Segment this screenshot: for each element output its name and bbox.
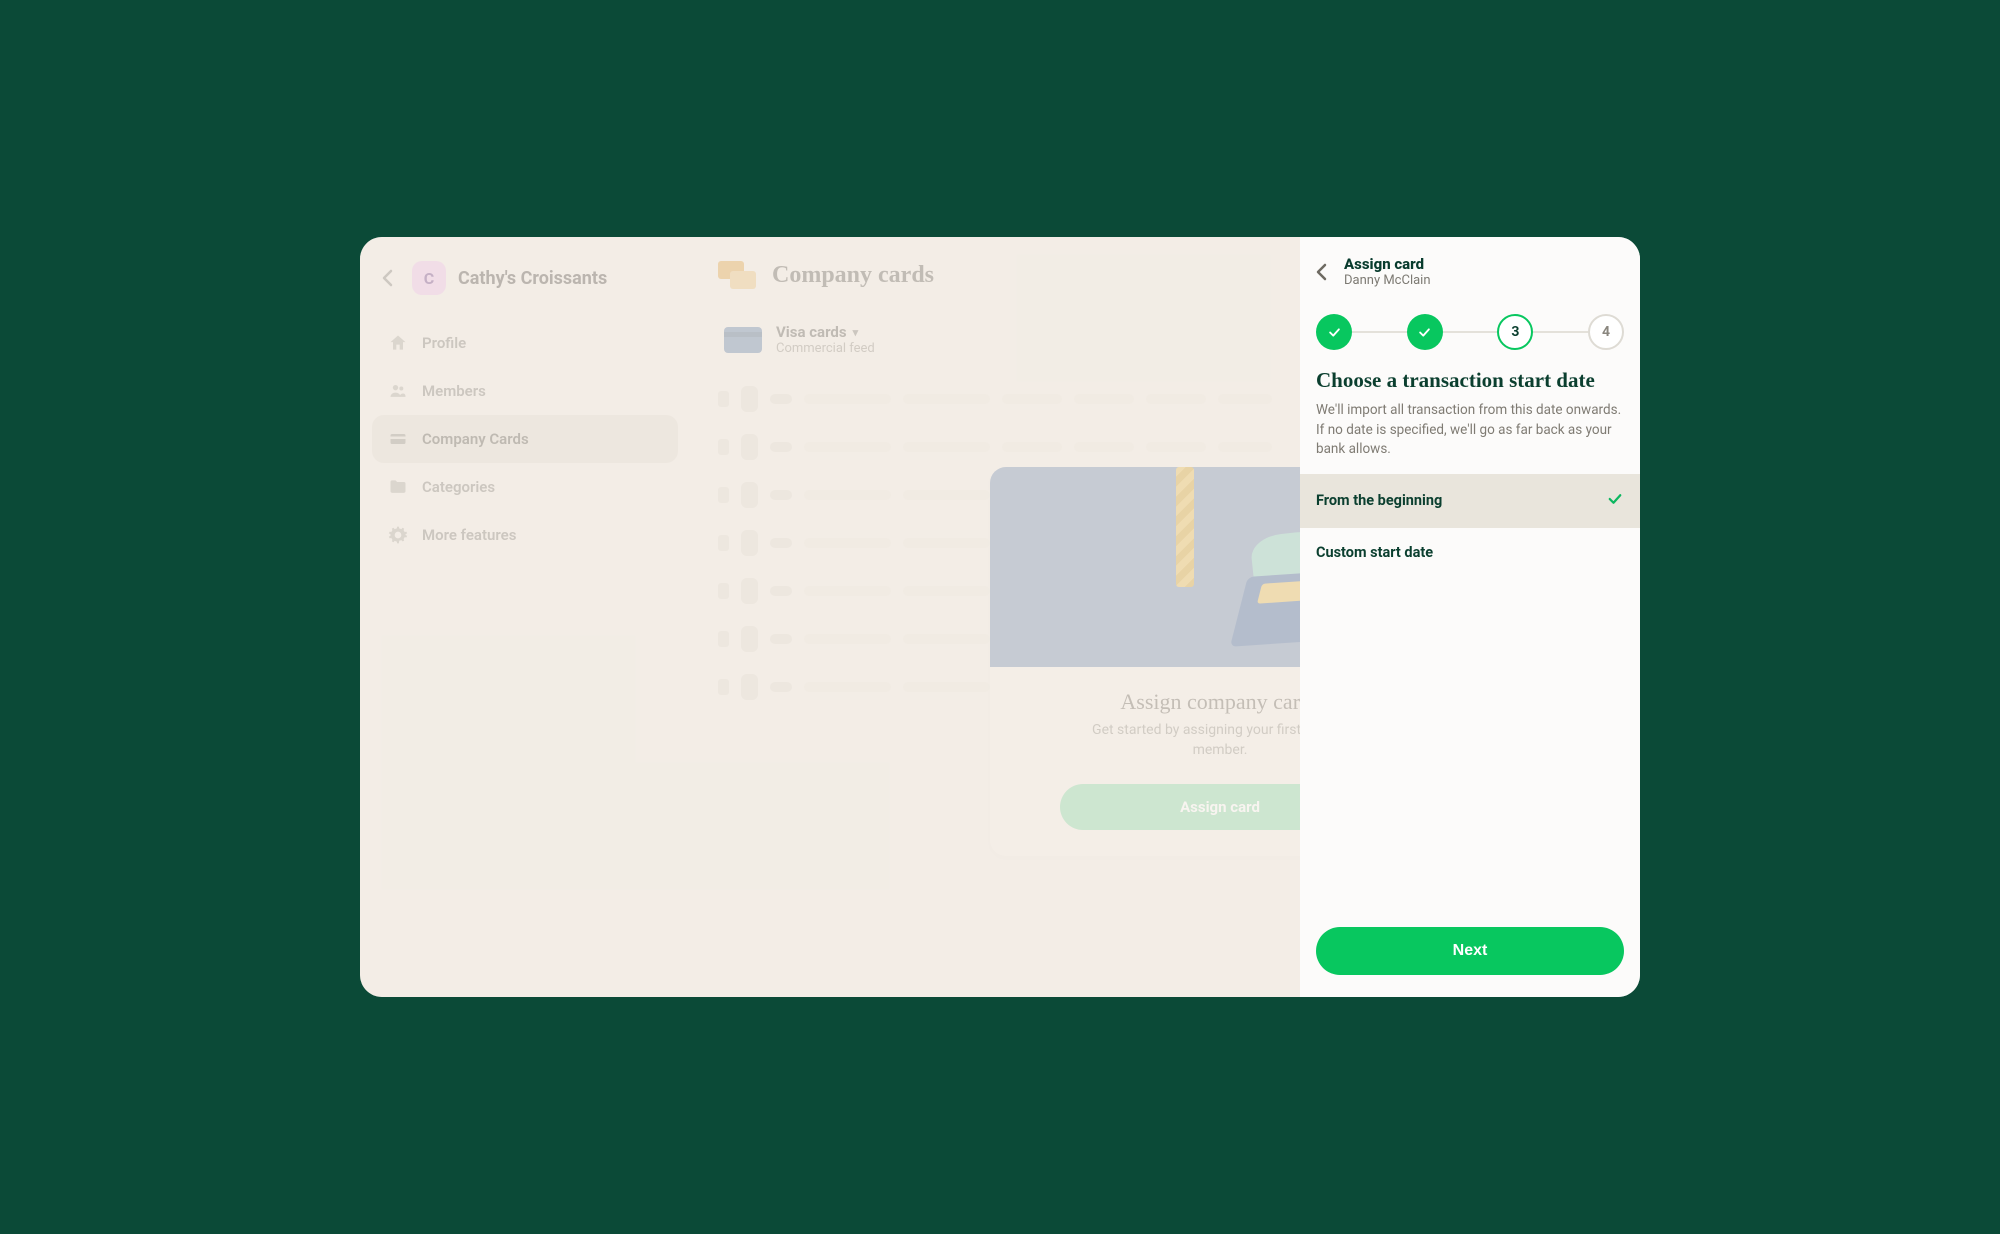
empty-state-card: Assign company cards Get started by assi… xyxy=(990,467,1300,856)
empty-state-title: Assign company cards xyxy=(990,689,1300,715)
assign-card-button[interactable]: Assign card xyxy=(1060,784,1300,830)
sidebar-item-profile[interactable]: Profile xyxy=(372,319,678,367)
panel-back-icon[interactable] xyxy=(1310,260,1334,284)
assign-card-panel: Assign card Danny McClain 3 4 Choose a t… xyxy=(1300,237,1640,997)
sidebar: C Cathy's Croissants Profile Members Com… xyxy=(360,237,690,997)
step-1 xyxy=(1316,314,1352,350)
panel-section-title: Choose a transaction start date xyxy=(1300,366,1640,401)
sidebar-item-members[interactable]: Members xyxy=(372,367,678,415)
company-cards-icon xyxy=(718,261,756,289)
option-custom-date[interactable]: Custom start date xyxy=(1300,528,1640,577)
illustration xyxy=(990,467,1300,667)
gear-icon xyxy=(388,525,408,545)
panel-title: Assign card xyxy=(1344,255,1431,273)
sidebar-item-label: More features xyxy=(422,526,516,544)
skeleton-row xyxy=(718,386,1272,412)
page-title: Company cards xyxy=(772,262,934,289)
sidebar-item-label: Members xyxy=(422,382,486,400)
card-feed-selector[interactable]: Visa cards ▾ Commercial feed xyxy=(718,315,1272,380)
check-icon xyxy=(1606,490,1624,512)
panel-header: Assign card Danny McClain xyxy=(1300,237,1640,300)
workspace-header: C Cathy's Croissants xyxy=(372,257,678,319)
app-window: C Cathy's Croissants Profile Members Com… xyxy=(360,237,1640,997)
feed-title: Visa cards ▾ xyxy=(776,323,875,341)
workspace-name: Cathy's Croissants xyxy=(458,268,607,289)
sidebar-item-more-features[interactable]: More features xyxy=(372,511,678,559)
skeleton-row xyxy=(718,434,1272,460)
back-icon[interactable] xyxy=(376,266,400,290)
main-area: Company cards Visa cards ▾ Commercial fe… xyxy=(690,237,1300,997)
chevron-down-icon: ▾ xyxy=(853,326,859,339)
feed-subtitle: Commercial feed xyxy=(776,341,875,356)
sidebar-item-label: Company Cards xyxy=(422,430,529,448)
card-image-icon xyxy=(724,327,762,353)
panel-description: We'll import all transaction from this d… xyxy=(1300,401,1640,474)
sidebar-item-categories[interactable]: Categories xyxy=(372,463,678,511)
step-4: 4 xyxy=(1588,314,1624,350)
people-icon xyxy=(388,381,408,401)
stepper: 3 4 xyxy=(1300,300,1640,366)
workspace-avatar: C xyxy=(412,261,446,295)
card-icon xyxy=(388,429,408,449)
main-title-row: Company cards xyxy=(718,261,1272,289)
next-button[interactable]: Next xyxy=(1316,927,1624,975)
empty-state-subtitle: Get started by assigning your first card… xyxy=(990,721,1300,760)
option-from-beginning[interactable]: From the beginning xyxy=(1300,474,1640,528)
home-icon xyxy=(388,333,408,353)
option-label: Custom start date xyxy=(1316,544,1433,561)
sidebar-item-label: Categories xyxy=(422,478,495,496)
step-3: 3 xyxy=(1497,314,1533,350)
sidebar-item-company-cards[interactable]: Company Cards xyxy=(372,415,678,463)
folder-icon xyxy=(388,477,408,497)
option-label: From the beginning xyxy=(1316,492,1442,509)
step-2 xyxy=(1407,314,1443,350)
feed-name: Visa cards xyxy=(776,323,847,341)
panel-subtitle: Danny McClain xyxy=(1344,273,1431,288)
sidebar-item-label: Profile xyxy=(422,334,466,352)
